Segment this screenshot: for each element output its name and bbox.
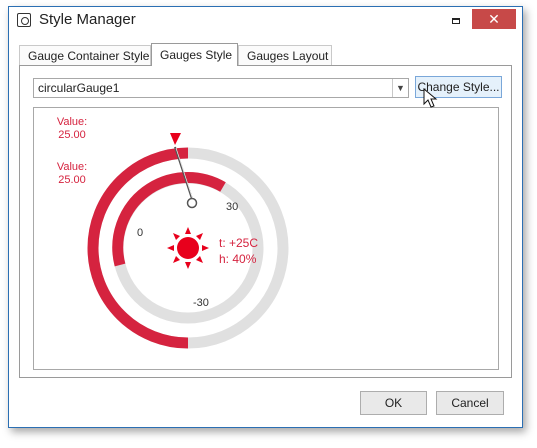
restore-button[interactable] [444, 11, 468, 29]
scale-label-30: 30 [226, 201, 238, 213]
style-manager-window: Style Manager ✕ Gauge Container Style Ga… [8, 6, 523, 428]
mouse-cursor-icon [423, 88, 438, 108]
gauge-selector-combo[interactable]: circularGauge1 ▼ [33, 78, 409, 98]
inner-value-arc [112, 172, 226, 267]
cancel-button[interactable]: Cancel [436, 391, 504, 415]
title-bar[interactable]: Style Manager ✕ [9, 7, 522, 35]
window-title: Style Manager [39, 11, 136, 28]
tab-gauge-container-style[interactable]: Gauge Container Style [19, 45, 151, 65]
sun-icon [167, 227, 209, 269]
scale-label-0: 0 [137, 227, 143, 239]
chevron-down-icon[interactable]: ▼ [392, 79, 408, 97]
close-button[interactable]: ✕ [472, 9, 516, 29]
app-icon [17, 13, 31, 27]
temperature-text: t: +25C [219, 236, 259, 250]
circular-gauge: 0 30 -30 [87, 133, 289, 349]
tab-panel: circularGauge1 ▼ Change Style... Value: … [19, 65, 512, 378]
marker-triangle-icon [170, 133, 181, 145]
scale-label-minus-30: -30 [193, 297, 209, 309]
tab-gauges-style[interactable]: Gauges Style [151, 43, 238, 66]
tab-gauges-layout[interactable]: Gauges Layout [238, 45, 332, 65]
gauge-selector-value: circularGauge1 [38, 81, 120, 95]
humidity-text: h: 40% [219, 252, 257, 266]
gauge-preview: Value: 25.00 Value: 25.00 0 30 -30 t: +2… [33, 107, 499, 370]
weather-info: t: +25C h: 40% [219, 235, 258, 267]
ok-button[interactable]: OK [360, 391, 427, 415]
needle-hub [186, 197, 198, 209]
